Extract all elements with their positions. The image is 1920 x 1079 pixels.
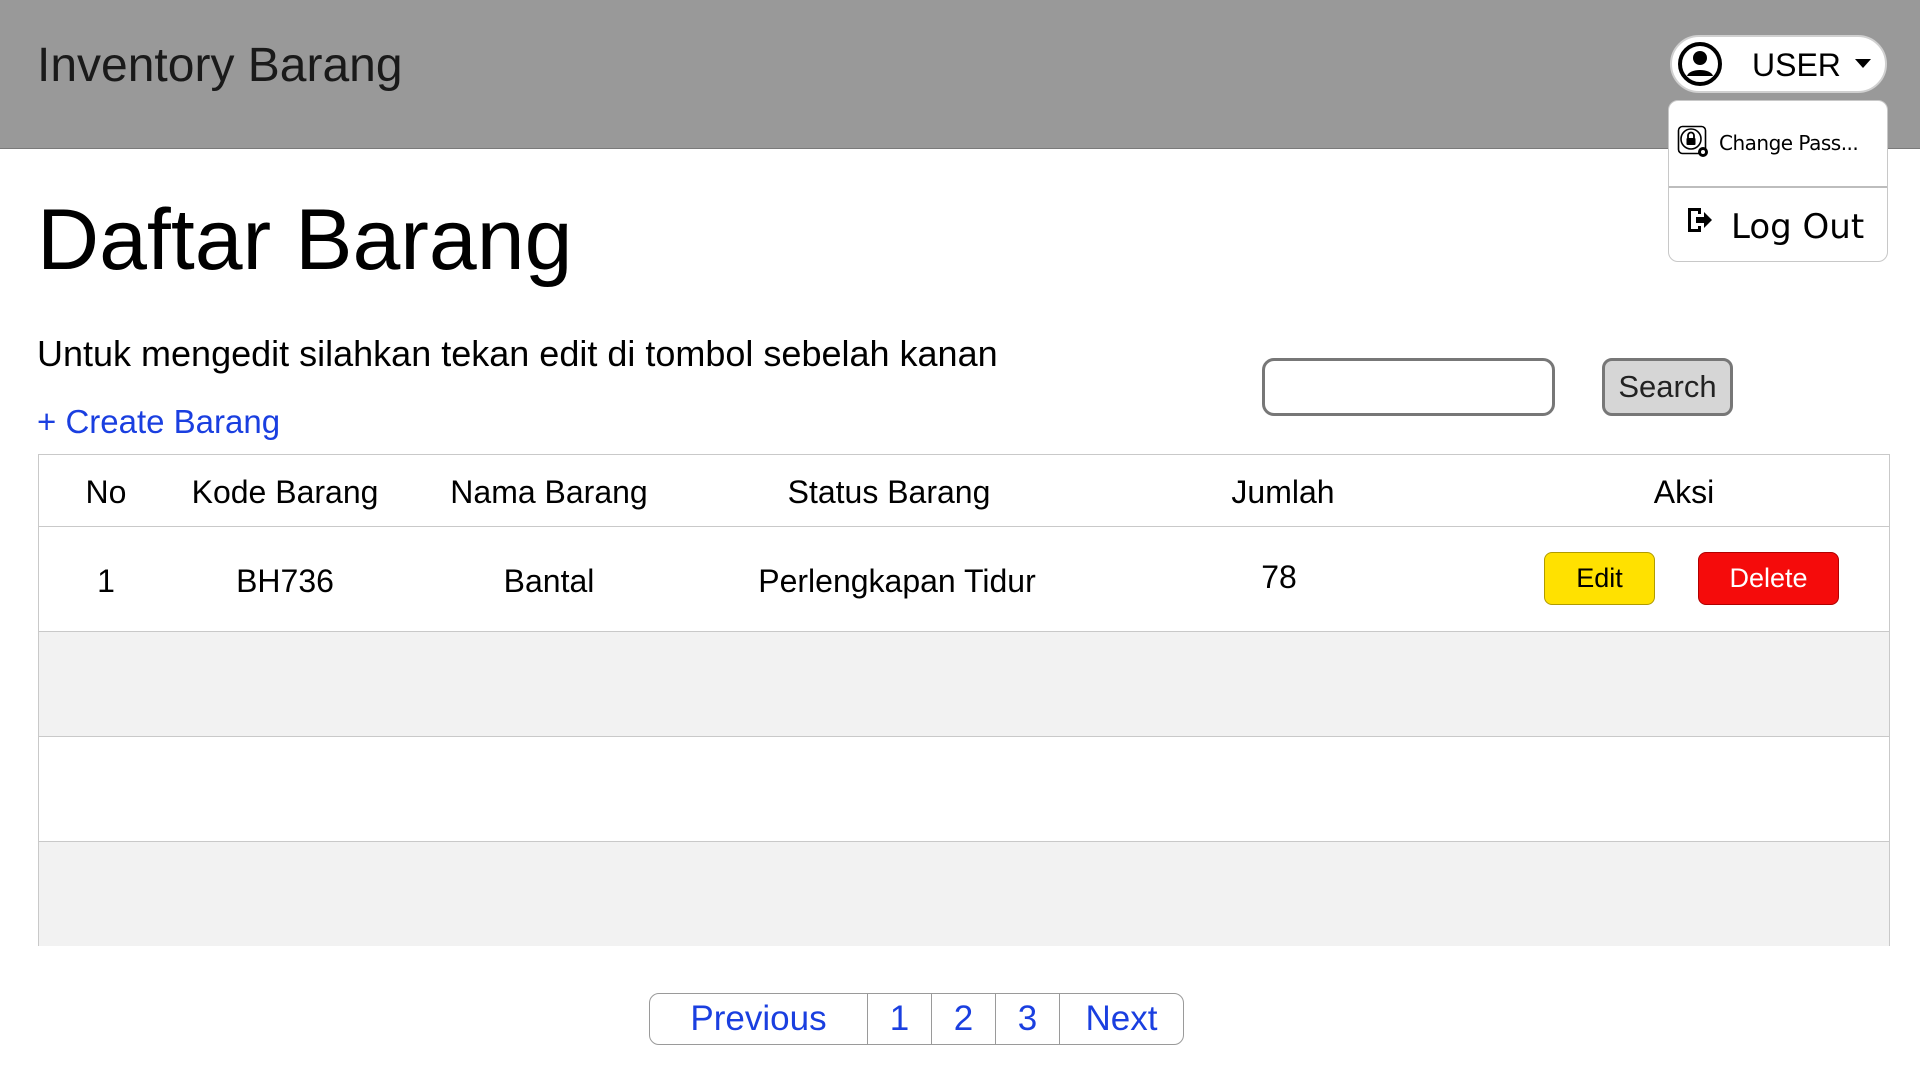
table-header-row: No Kode Barang Nama Barang Status Barang… xyxy=(39,455,1889,527)
table-row-empty xyxy=(39,737,1889,842)
column-header-nama-barang: Nama Barang xyxy=(450,474,648,510)
edit-button[interactable]: Edit xyxy=(1544,552,1655,605)
top-header-bar: Inventory Barang USER xyxy=(0,0,1920,149)
cell-status-barang: Perlengkapan Tidur xyxy=(758,563,1036,599)
create-barang-link[interactable]: + Create Barang xyxy=(37,402,280,442)
inventory-table: No Kode Barang Nama Barang Status Barang… xyxy=(38,454,1890,946)
change-password-label: Change Pass... xyxy=(1719,131,1859,155)
pagination-next[interactable]: Next xyxy=(1060,994,1183,1044)
column-header-jumlah: Jumlah xyxy=(1231,474,1335,510)
page-title: Daftar Barang xyxy=(37,192,573,288)
column-header-status-barang: Status Barang xyxy=(787,474,991,510)
app-title: Inventory Barang xyxy=(37,39,403,92)
logout-label: Log Out xyxy=(1731,207,1865,247)
pagination-previous[interactable]: Previous xyxy=(650,994,868,1044)
cell-no: 1 xyxy=(97,563,115,599)
table-row: 1 BH736 Bantal Perlengkapan Tidur 78 Edi… xyxy=(39,527,1889,632)
column-header-no: No xyxy=(85,474,127,510)
menu-item-logout[interactable]: Log Out xyxy=(1669,187,1887,261)
column-header-kode-barang: Kode Barang xyxy=(191,474,379,510)
logout-icon xyxy=(1688,208,1712,232)
user-label: USER xyxy=(1752,47,1841,83)
pagination-page-3[interactable]: 3 xyxy=(996,994,1060,1044)
caret-down-icon xyxy=(1855,59,1871,68)
search-input[interactable] xyxy=(1262,358,1555,416)
pagination-page-1[interactable]: 1 xyxy=(868,994,932,1044)
cell-jumlah: 78 xyxy=(1261,559,1297,595)
cell-kode-barang: BH736 xyxy=(236,563,334,599)
user-menu-button[interactable]: USER xyxy=(1670,35,1887,93)
lock-gear-icon xyxy=(1677,125,1708,157)
instruction-text: Untuk mengedit silahkan tekan edit di to… xyxy=(37,333,998,374)
pagination-page-2[interactable]: 2 xyxy=(932,994,996,1044)
menu-item-change-password[interactable]: Change Pass... xyxy=(1669,101,1887,186)
pagination: Previous 1 2 3 Next xyxy=(649,993,1184,1045)
user-avatar-icon xyxy=(1678,42,1722,86)
user-dropdown-menu: Change Pass... Log Out xyxy=(1668,100,1888,262)
search-button[interactable]: Search xyxy=(1602,358,1733,416)
cell-nama-barang: Bantal xyxy=(503,563,595,599)
delete-button[interactable]: Delete xyxy=(1698,552,1839,605)
column-header-aksi: Aksi xyxy=(1653,474,1715,510)
table-row-empty xyxy=(39,842,1889,946)
table-row-empty xyxy=(39,632,1889,737)
